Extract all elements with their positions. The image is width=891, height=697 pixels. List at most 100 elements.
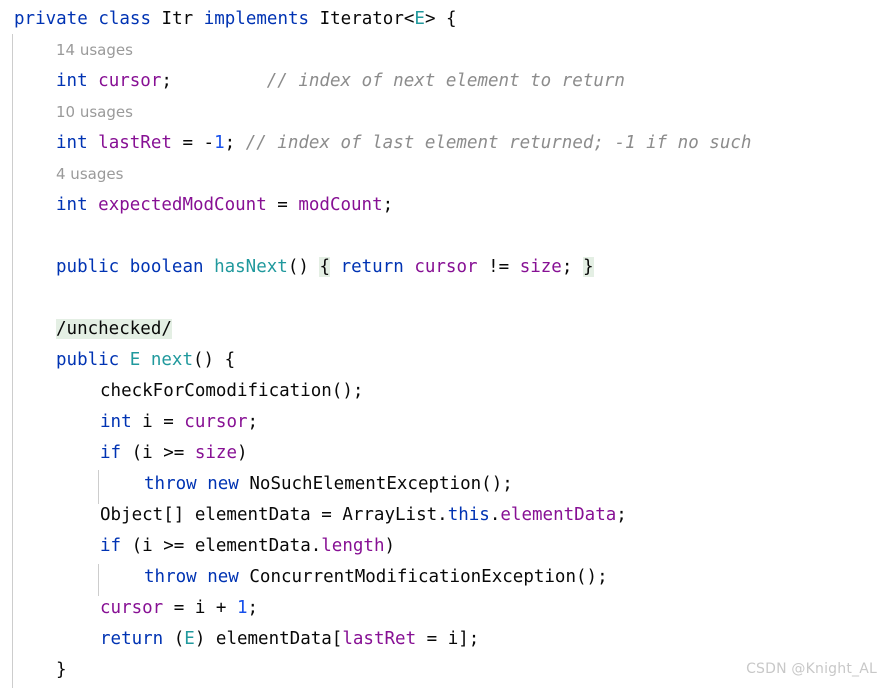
token-keyword-boolean: boolean xyxy=(129,257,204,277)
token-local-i-assign: i = xyxy=(131,412,185,432)
token-field-cursor-ref-2: cursor xyxy=(184,412,248,432)
code-line-method-next[interactable]: public E next() { xyxy=(0,345,891,376)
token-keyword-private: private xyxy=(14,9,88,29)
token-number-2: 1 xyxy=(236,598,248,618)
token-objectarray-decl: Object[] elementData = ArrayList. xyxy=(100,505,448,525)
code-line-if-length[interactable]: if (i >= elementData.length) xyxy=(0,531,891,562)
inlay-hint-label: 14 usages xyxy=(56,41,133,59)
token-keyword-throw-2: throw xyxy=(144,567,197,587)
token-field-cursor-ref-1: cursor xyxy=(414,257,478,277)
token-semicolon-3: ; xyxy=(382,195,394,215)
token-semicolon-5: ; xyxy=(247,412,259,432)
token-field-cursor-decl: cursor xyxy=(98,71,162,91)
token-assign-1: = - xyxy=(171,133,215,153)
code-line-field-lastret[interactable]: int lastRet = -1; // index of last eleme… xyxy=(0,128,891,159)
inlay-hint-usages-lastret[interactable]: 10 usages xyxy=(0,97,891,128)
code-line-local-elementdata[interactable]: Object[] elementData = ArrayList.this.el… xyxy=(0,500,891,531)
inlay-hint-usages-expectedmodcount[interactable]: 4 usages xyxy=(0,159,891,190)
token-type-parameter-e-3: E xyxy=(184,629,195,649)
token-open-cast: ( xyxy=(163,629,185,649)
code-editor[interactable]: private class Itr implements Iterator<E>… xyxy=(0,0,891,697)
code-line-blank-2[interactable] xyxy=(0,283,891,314)
token-parens-1: () xyxy=(287,257,309,277)
token-field-lastret-decl: lastRet xyxy=(98,133,172,153)
token-close-paren-1: ) xyxy=(237,443,248,463)
token-close-brace-method: } xyxy=(56,660,67,680)
token-exception-nosuchelement: NoSuchElementException(); xyxy=(238,474,513,494)
code-content[interactable]: private class Itr implements Iterator<E>… xyxy=(0,0,891,686)
code-line-field-cursor[interactable]: int cursor; // index of next element to … xyxy=(0,66,891,97)
token-field-size-2: size xyxy=(194,443,237,463)
token-keyword-return-1: return xyxy=(340,257,404,277)
code-line-local-i[interactable]: int i = cursor; xyxy=(0,407,891,438)
token-space-6 xyxy=(204,257,215,277)
token-keyword-int-3: int xyxy=(56,195,88,215)
token-array-close: = i]; xyxy=(416,629,480,649)
token-comment-cursor: // index of next element to return xyxy=(266,71,625,91)
code-line-field-expectedmodcount[interactable]: int expectedModCount = modCount; xyxy=(0,190,891,221)
token-semicolon-2: ; xyxy=(224,133,246,153)
inlay-hint-label: 4 usages xyxy=(56,165,124,183)
code-line-if-size[interactable]: if (i >= size) xyxy=(0,438,891,469)
token-semicolon-4: ; xyxy=(561,257,573,277)
token-close-brace-highlighted: } xyxy=(582,257,594,277)
token-space-11 xyxy=(119,350,130,370)
token-keyword-new-1: new xyxy=(207,474,239,494)
token-keyword-public-1: public xyxy=(56,257,120,277)
token-semicolon-6: ; xyxy=(616,505,627,525)
token-field-size-1: size xyxy=(519,257,562,277)
token-space-8 xyxy=(330,257,341,277)
token-space-7 xyxy=(309,257,320,277)
token-keyword-implements: implements xyxy=(203,9,310,29)
token-open-brace-class: > { xyxy=(424,9,457,29)
code-line-blank-1[interactable] xyxy=(0,221,891,252)
token-field-elementdata-outer: elementData xyxy=(500,505,617,525)
token-keyword-int-2: int xyxy=(56,133,88,153)
code-line-throw-concurrentmodification[interactable]: throw new ConcurrentModificationExceptio… xyxy=(0,562,891,593)
token-condition-1: (i >= xyxy=(121,443,195,463)
code-line-call-checkforcomodification[interactable]: checkForComodification(); xyxy=(0,376,891,407)
token-gap-1 xyxy=(172,71,267,91)
token-keyword-return-2: return xyxy=(100,629,164,649)
token-assign-2: = xyxy=(266,195,299,215)
token-space-12 xyxy=(140,350,151,370)
token-call-checkforcomodification: checkForComodification(); xyxy=(100,381,364,401)
inlay-hint-usages-cursor[interactable]: 14 usages xyxy=(0,35,891,66)
token-field-cursor-ref-3: cursor xyxy=(100,598,164,618)
code-line-annotation-unchecked[interactable]: /unchecked/ xyxy=(0,314,891,345)
token-keyword-class: class xyxy=(98,9,151,29)
token-semicolon-7: ; xyxy=(247,598,259,618)
token-interface-iterator: Iterator< xyxy=(309,9,415,29)
token-expr-iplus: = i + xyxy=(163,598,237,618)
token-space-5 xyxy=(119,257,130,277)
token-number-1: 1 xyxy=(214,133,225,153)
token-comment-lastret: // index of last element returned; -1 if… xyxy=(245,133,752,153)
token-semicolon-1: ; xyxy=(161,71,172,91)
code-line-return-element[interactable]: return (E) elementData[lastRet = i]; xyxy=(0,624,891,655)
token-type-parameter-e: E xyxy=(414,9,425,29)
token-space-9 xyxy=(404,257,415,277)
token-condition-2: (i >= elementData. xyxy=(121,536,322,556)
token-space-14 xyxy=(197,567,208,587)
token-keyword-if-2: if xyxy=(100,536,122,556)
token-field-length: length xyxy=(321,536,385,556)
token-space-10 xyxy=(572,257,583,277)
token-space-4 xyxy=(88,195,99,215)
token-keyword-new-2: new xyxy=(207,567,239,587)
token-keyword-this: this xyxy=(447,505,490,525)
token-field-lastret-ref: lastRet xyxy=(342,629,417,649)
code-line-throw-nosuchelement[interactable]: throw new NoSuchElementException(); xyxy=(0,469,891,500)
token-unchecked-annotation: /unchecked/ xyxy=(56,319,172,339)
inlay-hint-label: 10 usages xyxy=(56,103,133,121)
token-keyword-if-1: if xyxy=(100,443,122,463)
code-line-method-hasnext[interactable]: public boolean hasNext() { return cursor… xyxy=(0,252,891,283)
code-line-assign-cursor[interactable]: cursor = i + 1; xyxy=(0,593,891,624)
token-space-13 xyxy=(197,474,208,494)
watermark: CSDN @Knight_AL xyxy=(746,661,877,677)
token-parens-open-brace-2: () { xyxy=(193,350,236,370)
code-line-class-declaration[interactable]: private class Itr implements Iterator<E>… xyxy=(0,4,891,35)
token-type-parameter-e-2: E xyxy=(129,350,141,370)
token-exception-concurrentmodification: ConcurrentModificationException(); xyxy=(238,567,608,587)
token-array-access: ) elementData[ xyxy=(194,629,343,649)
token-method-name-next: next xyxy=(150,350,194,370)
